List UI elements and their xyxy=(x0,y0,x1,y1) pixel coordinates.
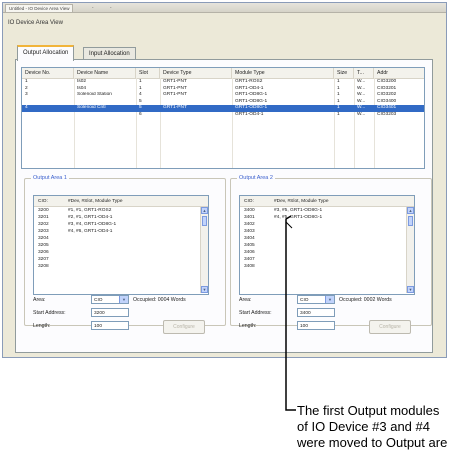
callout-line-1: The first Output modules xyxy=(297,403,440,418)
tab-output-allocation[interactable]: Output Allocation xyxy=(17,45,75,61)
callout-line-3: were moved to Output are xyxy=(297,435,448,450)
callout-line xyxy=(285,215,296,411)
callout-line-2: of IO Device #3 and #4 xyxy=(297,419,430,434)
